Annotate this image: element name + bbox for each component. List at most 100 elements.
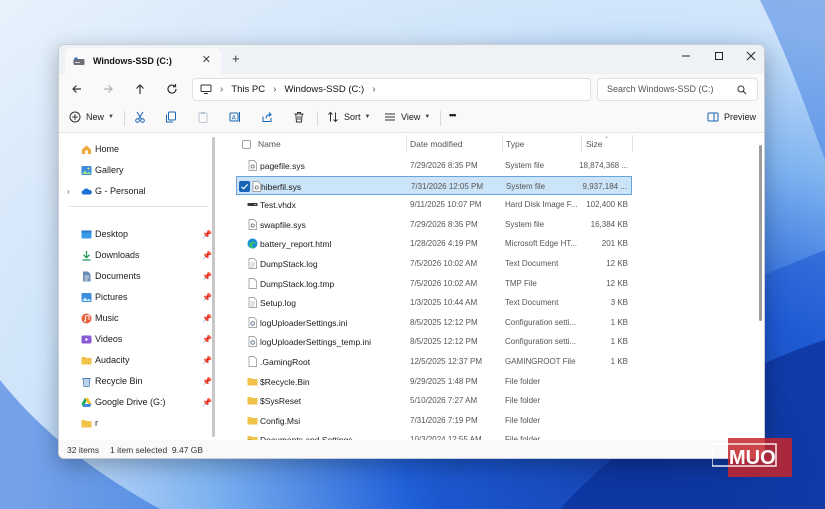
file-type: Hard Disk Image F... xyxy=(505,200,577,210)
close-tab-icon[interactable]: ✕ xyxy=(202,53,211,66)
file-date-modified: 7/31/2026 7:19 PM xyxy=(410,415,478,425)
scissors-icon xyxy=(135,111,145,123)
paste-button[interactable] xyxy=(197,111,209,123)
column-header-name[interactable]: Name xyxy=(258,139,281,149)
file-row[interactable]: Setup.log 1/3/2025 10:44 AM Text Document 3… xyxy=(236,293,632,312)
sidebar-item-home[interactable]: Home xyxy=(67,140,215,158)
file-row[interactable]: pagefile.sys 7/29/2026 8:35 PM System file… xyxy=(236,156,632,175)
sidebar-item-music[interactable]: Music 📌 xyxy=(67,309,215,327)
file-date-modified: 1/28/2026 4:19 PM xyxy=(410,239,478,249)
file-date-modified: 7/29/2026 8:35 PM xyxy=(410,219,478,229)
file-row[interactable]: logUploaderSettings_temp.ini 8/5/2025 12:… xyxy=(236,332,632,351)
sidebar-item-downloads[interactable]: Downloads 📌 xyxy=(67,246,215,264)
navigation-scrollbar[interactable] xyxy=(212,137,215,437)
tab-windows-ssd[interactable]: Windows-SSD (C:) ✕ xyxy=(65,48,221,74)
preview-pane-button[interactable]: Preview xyxy=(707,111,756,123)
breadcrumb-chevron-icon[interactable]: › xyxy=(372,84,375,95)
delete-button[interactable] xyxy=(293,111,305,123)
pin-icon[interactable]: 📌 xyxy=(202,272,212,281)
address-bar[interactable]: › This PC › Windows-SSD (C:) › xyxy=(192,78,591,101)
file-row[interactable]: hiberfil.sys 7/31/2026 12:05 PM System fil… xyxy=(236,175,632,195)
share-button[interactable] xyxy=(261,111,273,123)
refresh-icon xyxy=(167,84,177,94)
file-row[interactable]: battery_report.html 1/28/2026 4:19 PM Micr… xyxy=(236,234,632,253)
file-row[interactable]: $Recycle.Bin 9/29/2025 1:48 PM File folder xyxy=(236,372,632,391)
sidebar-item-gallery[interactable]: Gallery xyxy=(67,161,215,179)
sidebar-item-google-drive[interactable]: Google Drive (G:) 📌 xyxy=(67,393,215,411)
breadcrumb-chevron-icon: › xyxy=(220,84,224,95)
cut-button[interactable] xyxy=(134,111,146,123)
column-header-date[interactable]: Date modified xyxy=(410,139,462,149)
sidebar-item-r[interactable]: r xyxy=(67,414,215,432)
copy-button[interactable] xyxy=(165,111,177,123)
file-row[interactable]: $SysReset 5/10/2026 7:27 AM File folder xyxy=(236,391,632,410)
pin-icon[interactable]: 📌 xyxy=(202,377,212,386)
search-input[interactable] xyxy=(607,84,735,94)
column-divider[interactable] xyxy=(406,135,407,152)
sidebar-item-pictures[interactable]: Pictures 📌 xyxy=(67,288,215,306)
pin-icon[interactable]: 📌 xyxy=(202,335,212,344)
select-all-checkbox[interactable] xyxy=(242,140,251,149)
file-date-modified: 7/5/2026 10:02 AM xyxy=(410,278,478,288)
navigation-pane: Home Gallery › G - Personal Desktop 📌 Do… xyxy=(59,133,217,440)
file-row[interactable]: DumpStack.log 7/5/2026 10:02 AM Text Docum… xyxy=(236,254,632,273)
minimize-button[interactable] xyxy=(669,47,703,61)
title-bar: Windows-SSD (C:) ✕ + xyxy=(59,45,764,74)
text-file-icon xyxy=(248,258,257,269)
maximize-button[interactable] xyxy=(702,47,736,61)
breadcrumb-windows-ssd[interactable]: Windows-SSD (C:) xyxy=(284,84,364,95)
sidebar-item-documents[interactable]: Documents 📌 xyxy=(67,267,215,285)
file-date-modified: 12/5/2025 12:37 PM xyxy=(410,357,483,366)
drive-icon xyxy=(73,57,85,65)
forward-button[interactable] xyxy=(100,81,116,97)
item-count: 32 items xyxy=(67,445,100,455)
column-divider[interactable] xyxy=(581,135,582,152)
column-header-type[interactable]: Type xyxy=(506,139,524,149)
file-size: 16,384 KB xyxy=(590,219,628,229)
file-row[interactable]: logUploaderSettings.ini 8/5/2025 12:12 PM… xyxy=(236,313,632,332)
file-type: File folder xyxy=(505,376,541,386)
sidebar-item-audacity[interactable]: Audacity 📌 xyxy=(67,351,215,369)
chevron-right-icon[interactable]: › xyxy=(67,187,70,196)
column-header-size[interactable]: Size xyxy=(586,139,603,149)
pin-icon[interactable]: 📌 xyxy=(202,356,212,365)
file-name: swapfile.sys xyxy=(260,219,306,230)
file-list-scrollbar[interactable] xyxy=(759,145,762,321)
sort-button[interactable]: Sort ▼ xyxy=(327,111,370,123)
back-button[interactable] xyxy=(69,81,85,97)
row-checkbox[interactable] xyxy=(239,180,250,192)
music-icon xyxy=(81,313,92,323)
sidebar-item-desktop[interactable]: Desktop 📌 xyxy=(67,225,215,243)
sidebar-item-g-personal[interactable]: › G - Personal xyxy=(67,182,215,200)
file-row[interactable]: Config.Msi 7/31/2026 7:19 PM File folder xyxy=(236,411,632,430)
refresh-button[interactable] xyxy=(164,81,180,97)
new-tab-button[interactable]: + xyxy=(232,51,240,66)
rename-button[interactable]: A xyxy=(229,111,241,123)
column-divider[interactable] xyxy=(632,135,633,152)
file-row[interactable]: Test.vhdx 9/11/2025 10:07 PM Hard Disk Ima… xyxy=(236,195,632,214)
close-window-button[interactable] xyxy=(734,47,764,61)
pin-icon[interactable]: 📌 xyxy=(202,314,212,323)
column-divider[interactable] xyxy=(502,135,503,152)
up-button[interactable] xyxy=(132,81,148,97)
pin-icon[interactable]: 📌 xyxy=(202,293,212,302)
new-button[interactable]: New ▼ xyxy=(69,111,114,123)
sidebar-item-label: Gallery xyxy=(95,165,124,175)
sidebar-item-label: Downloads xyxy=(95,250,140,260)
sidebar-item-label: G - Personal xyxy=(95,186,146,196)
file-row[interactable]: DumpStack.log.tmp 7/5/2026 10:02 AM TMP Fi… xyxy=(236,274,632,293)
view-button[interactable]: View ▼ xyxy=(384,111,430,123)
pin-icon[interactable]: 📌 xyxy=(202,251,212,260)
sidebar-item-label: Home xyxy=(95,144,120,154)
breadcrumb-this-pc[interactable]: This PC xyxy=(231,84,265,95)
search-box[interactable] xyxy=(597,78,758,101)
sidebar-item-videos[interactable]: Videos 📌 xyxy=(67,330,215,348)
more-options-button[interactable]: ••• xyxy=(449,110,457,120)
file-row[interactable]: .GamingRoot 12/5/2025 12:37 PM GAMINGROOT … xyxy=(236,352,632,371)
file-row[interactable]: swapfile.sys 7/29/2026 8:35 PM System file… xyxy=(236,215,632,234)
pin-icon[interactable]: 📌 xyxy=(202,398,212,407)
pin-icon[interactable]: 📌 xyxy=(202,230,212,239)
file-type: Text Document xyxy=(505,259,559,268)
svg-text:MUO: MUO xyxy=(729,447,776,469)
sidebar-item-recycle-bin[interactable]: Recycle Bin 📌 xyxy=(67,372,215,390)
